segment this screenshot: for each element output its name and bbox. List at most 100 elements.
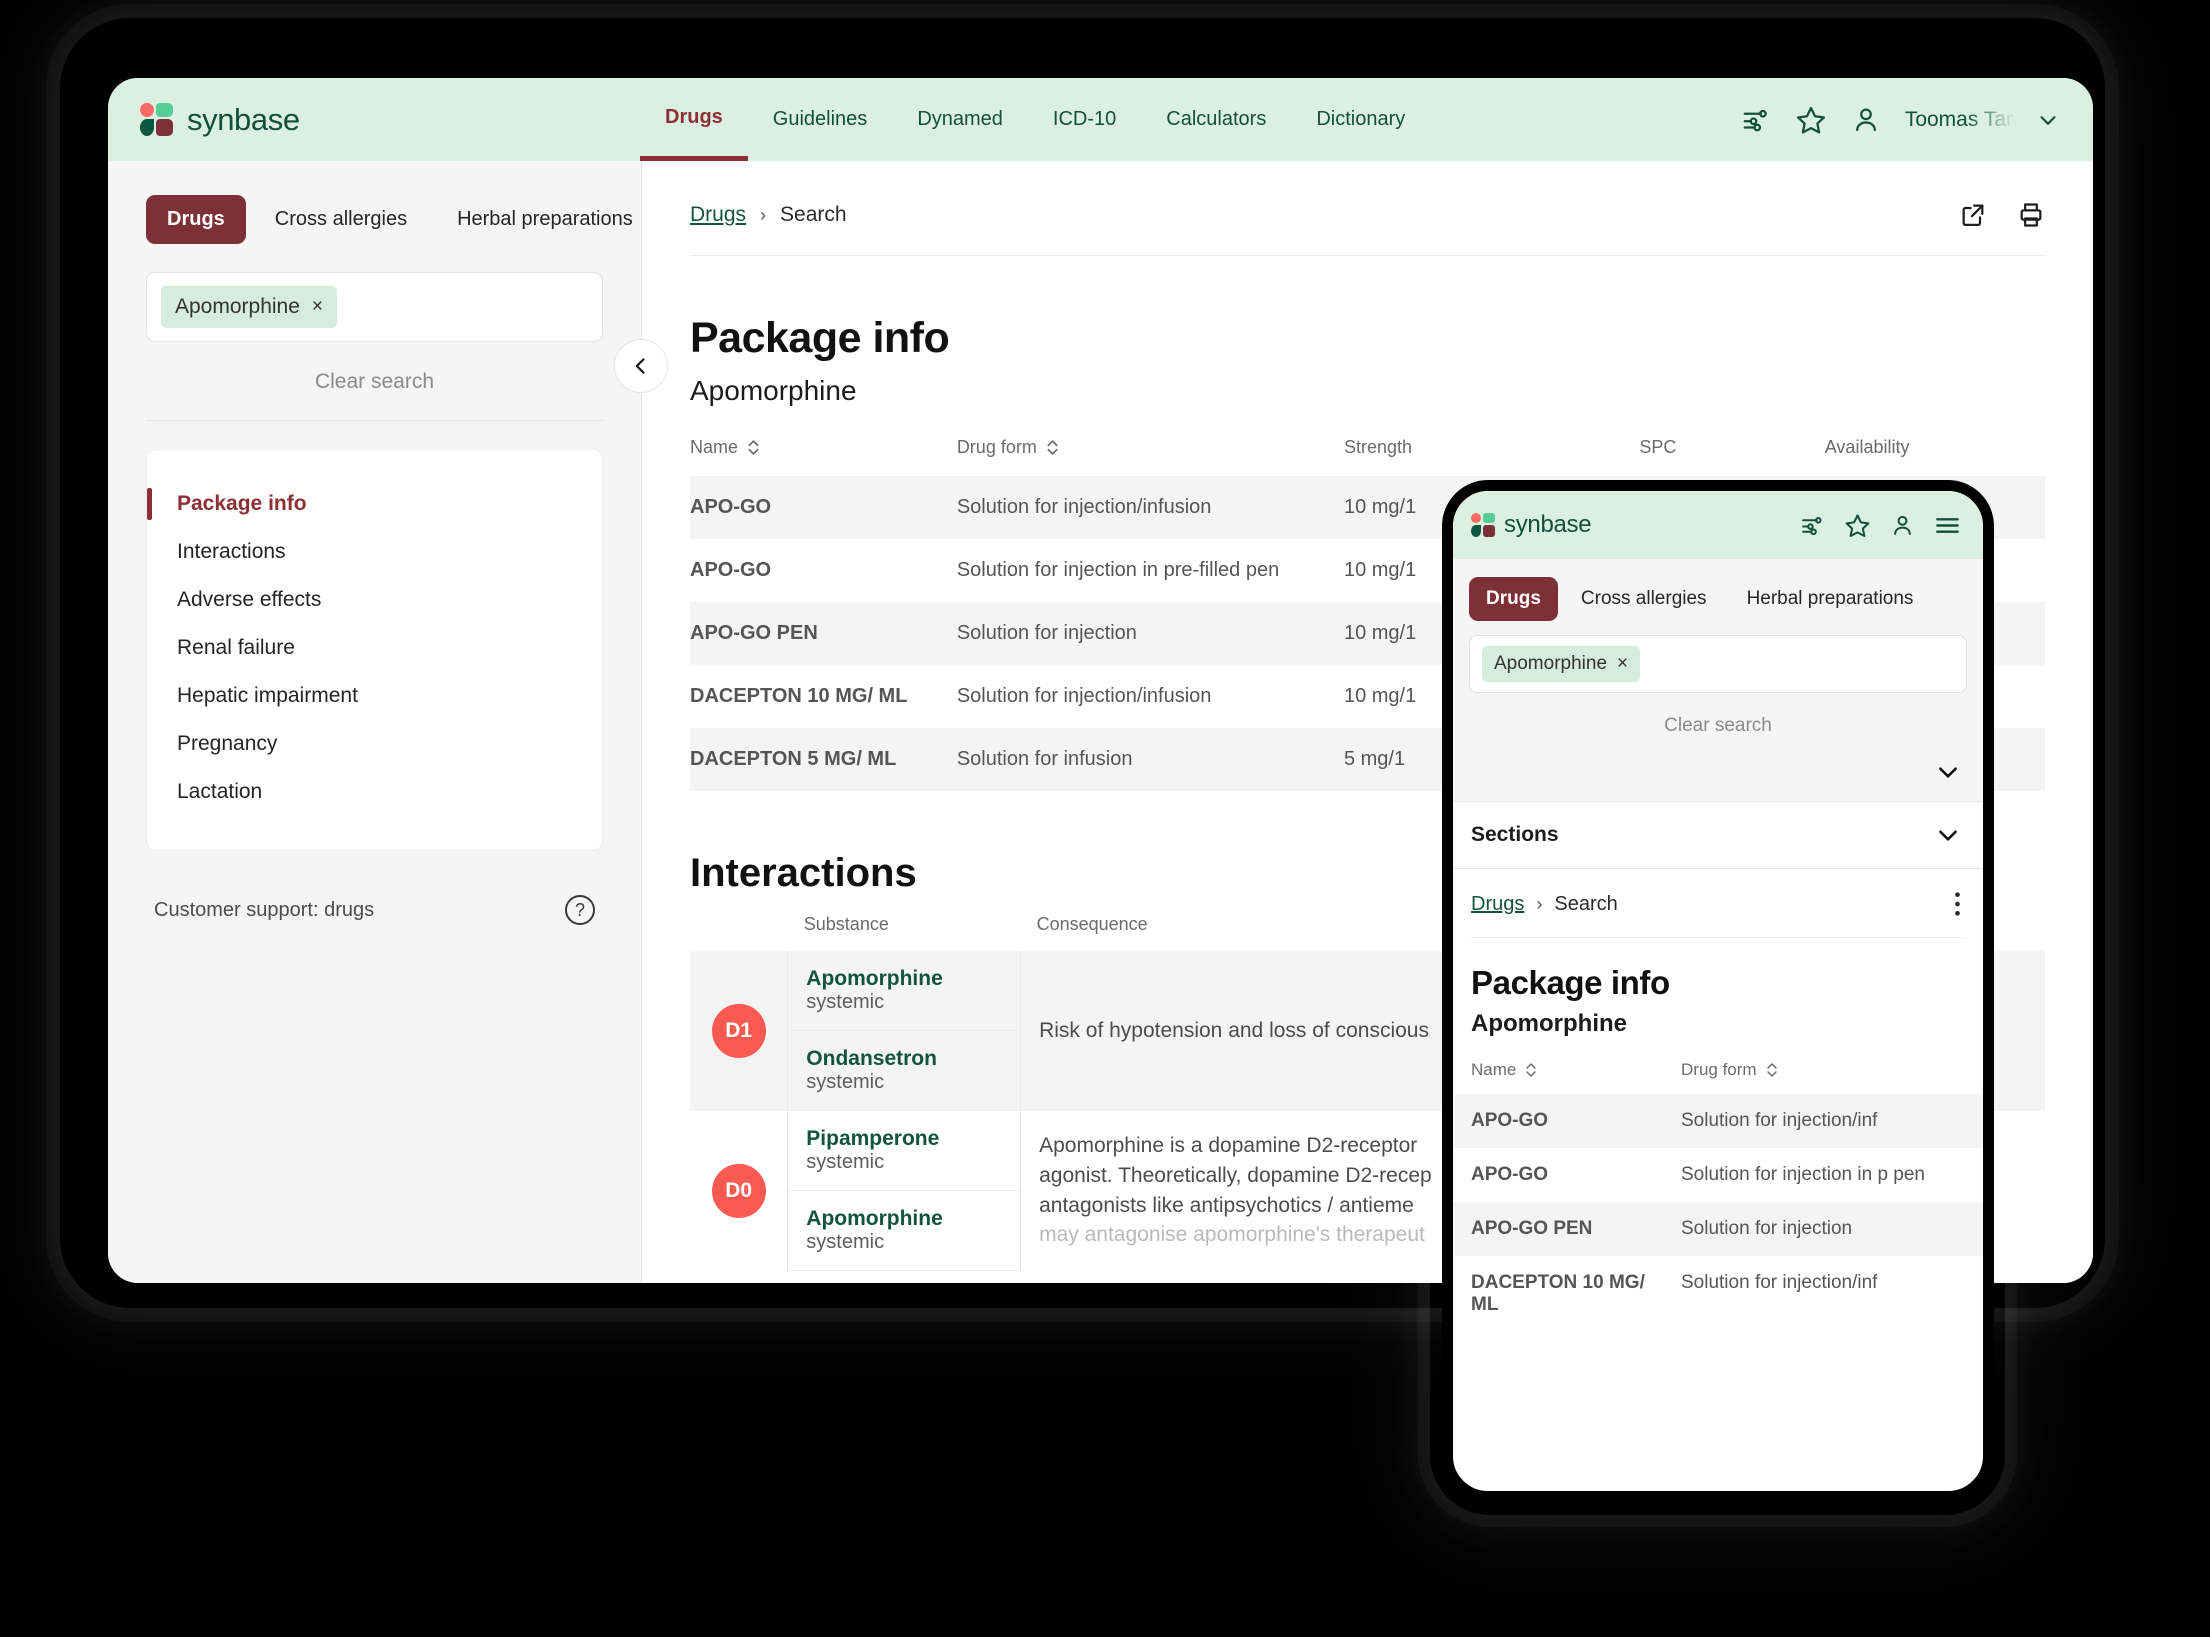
cell-drug-form: Solution for infusion — [956, 748, 1133, 770]
search-chip-apomorphine[interactable]: Apomorphine × — [161, 286, 338, 328]
mobile-column-header-name[interactable]: Name — [1453, 1060, 1663, 1094]
substance-name[interactable]: Ondansetron — [806, 1047, 1002, 1071]
substance-route: systemic — [806, 1231, 885, 1253]
header-actions: Toomas Tar — [1741, 104, 2059, 136]
clear-search-button[interactable]: Clear search — [146, 342, 603, 420]
sidebar-collapse-button[interactable] — [614, 339, 668, 393]
cell-name[interactable]: DACEPTON 10 MG/ ML — [690, 665, 957, 728]
mobile-brand-logo[interactable]: synbase — [1471, 511, 1592, 539]
substance-name[interactable]: Apomorphine — [806, 1207, 1002, 1231]
cell-name[interactable]: APO-GO PEN — [690, 602, 957, 665]
nav-item-dictionary[interactable]: Dictionary — [1291, 78, 1430, 161]
person-icon[interactable] — [1851, 105, 1881, 135]
substance-cell: Apomorphine systemic — [787, 1190, 1022, 1271]
mobile-table-row[interactable]: APO-GO PEN Solution for injection — [1453, 1202, 1983, 1256]
mobile-cell-name[interactable]: APO-GO PEN — [1453, 1202, 1663, 1256]
sliders-icon[interactable] — [1741, 105, 1771, 135]
person-icon[interactable] — [1890, 513, 1915, 538]
breadcrumb-current: Search — [780, 203, 847, 226]
cell-drug-form: Solution for injection/infusion — [956, 496, 1212, 518]
mobile-divider — [1471, 937, 1965, 938]
mobile-table-row[interactable]: APO-GO Solution for injection in p pen — [1453, 1148, 1983, 1202]
mobile-column-header-drug-form[interactable]: Drug form — [1663, 1060, 1983, 1094]
mobile-breadcrumb-separator: › — [1536, 893, 1543, 914]
mobile-cell-name[interactable]: DACEPTON 10 MG/ ML — [1453, 1256, 1663, 1332]
kebab-menu-icon[interactable] — [1954, 891, 1961, 917]
main-navigation: Drugs Guidelines Dynamed ICD-10 Calculat… — [640, 78, 1430, 161]
close-icon[interactable]: × — [312, 296, 323, 318]
mobile-tab-herbal-preparations[interactable]: Herbal preparations — [1730, 577, 1931, 621]
substance-route: systemic — [806, 1071, 885, 1093]
column-header-name[interactable]: Name — [690, 437, 957, 476]
nav-item-calculators[interactable]: Calculators — [1141, 78, 1291, 161]
cell-name[interactable]: APO-GO — [690, 476, 957, 539]
column-header-drug-form[interactable]: Drug form — [957, 437, 1344, 476]
star-icon[interactable] — [1844, 512, 1871, 539]
mobile-table-row[interactable]: APO-GO Solution for injection/inf — [1453, 1094, 1983, 1148]
print-icon[interactable] — [2017, 201, 2045, 229]
mobile-table-row[interactable]: DACEPTON 10 MG/ ML Solution for injectio… — [1453, 1256, 1983, 1332]
cell-name[interactable]: DACEPTON 5 MG/ ML — [690, 728, 957, 791]
customer-support-row: Customer support: drugs ? — [146, 851, 603, 925]
mobile-cell-name[interactable]: APO-GO — [1453, 1148, 1663, 1202]
synbase-logo-icon — [1471, 513, 1495, 537]
external-link-icon[interactable] — [1959, 201, 1987, 229]
close-icon[interactable]: × — [1617, 653, 1628, 675]
mobile-clear-search-button[interactable]: Clear search — [1453, 693, 1983, 747]
sidebar-item-hepatic-impairment[interactable]: Hepatic impairment — [147, 672, 602, 720]
chevron-down-icon[interactable] — [2037, 109, 2059, 131]
mobile-search-chip[interactable]: Apomorphine × — [1482, 646, 1641, 682]
mobile-search-wrap: Apomorphine × — [1453, 635, 1983, 693]
substance-name[interactable]: Pipamperone — [806, 1127, 1002, 1151]
nav-item-icd10[interactable]: ICD-10 — [1028, 78, 1141, 161]
column-header-name-label: Name — [690, 437, 739, 457]
mobile-search-input[interactable]: Apomorphine × — [1469, 635, 1967, 693]
sort-icon — [1047, 440, 1058, 455]
sidebar-item-pregnancy[interactable]: Pregnancy — [147, 720, 602, 768]
account-name[interactable]: Toomas Tar — [1905, 108, 2013, 132]
cell-drug-form: Solution for injection in pre-filled pen — [956, 559, 1280, 581]
sort-icon — [748, 440, 759, 455]
screenshot-stage: synbase Drugs Guidelines Dynamed ICD-10 … — [0, 0, 2210, 1637]
nav-item-guidelines[interactable]: Guidelines — [748, 78, 893, 161]
mobile-header-actions — [1800, 512, 1961, 539]
sidebar-item-package-info[interactable]: Package info — [147, 480, 602, 528]
mobile-tab-drugs[interactable]: Drugs — [1469, 577, 1558, 621]
content-actions — [1959, 201, 2045, 229]
sidebar-item-interactions[interactable]: Interactions — [147, 528, 602, 576]
cell-name[interactable]: APO-GO — [690, 539, 957, 602]
sidebar-tab-drugs[interactable]: Drugs — [146, 195, 246, 244]
search-input[interactable]: Apomorphine × — [146, 272, 603, 342]
breadcrumb-bar: Drugs › Search — [690, 201, 2045, 256]
mobile-header: synbase — [1453, 491, 1983, 559]
synbase-logo-icon — [140, 103, 173, 136]
mobile-tab-cross-allergies[interactable]: Cross allergies — [1564, 577, 1724, 621]
sliders-icon[interactable] — [1800, 513, 1825, 538]
chevron-down-icon — [1939, 767, 1957, 778]
sidebar-item-adverse-effects[interactable]: Adverse effects — [147, 576, 602, 624]
hamburger-icon[interactable] — [1934, 512, 1961, 539]
sidebar-item-renal-failure[interactable]: Renal failure — [147, 624, 602, 672]
star-icon[interactable] — [1795, 104, 1827, 136]
sidebar-tab-cross-allergies[interactable]: Cross allergies — [254, 195, 428, 244]
substance-name[interactable]: Apomorphine — [806, 967, 1002, 991]
mobile-breadcrumb-bar: Drugs › Search — [1453, 868, 1983, 937]
nav-item-dynamed[interactable]: Dynamed — [892, 78, 1028, 161]
column-header-drug-form-label: Drug form — [956, 437, 1037, 457]
substance-cell: Ondansetron systemic — [787, 1030, 1022, 1111]
sidebar-item-lactation[interactable]: Lactation — [147, 768, 602, 816]
breadcrumb-drugs[interactable]: Drugs — [690, 203, 746, 227]
breadcrumb-separator: › — [760, 204, 767, 225]
page-subtitle: Apomorphine — [690, 375, 857, 406]
brand-logo[interactable]: synbase — [140, 102, 640, 138]
column-header-severity — [690, 914, 788, 951]
mobile-sections-toggle[interactable]: Sections — [1453, 801, 1983, 868]
mobile-expand-search-button[interactable] — [1453, 747, 1983, 801]
sidebar-tab-herbal-preparations[interactable]: Herbal preparations — [436, 195, 654, 244]
mobile-breadcrumb-drugs[interactable]: Drugs — [1471, 893, 1524, 916]
sort-icon — [1766, 1063, 1777, 1077]
help-icon[interactable]: ? — [565, 895, 595, 925]
nav-item-drugs[interactable]: Drugs — [640, 78, 748, 161]
search-chip-label: Apomorphine — [175, 295, 300, 318]
mobile-cell-name[interactable]: APO-GO — [1453, 1094, 1663, 1148]
